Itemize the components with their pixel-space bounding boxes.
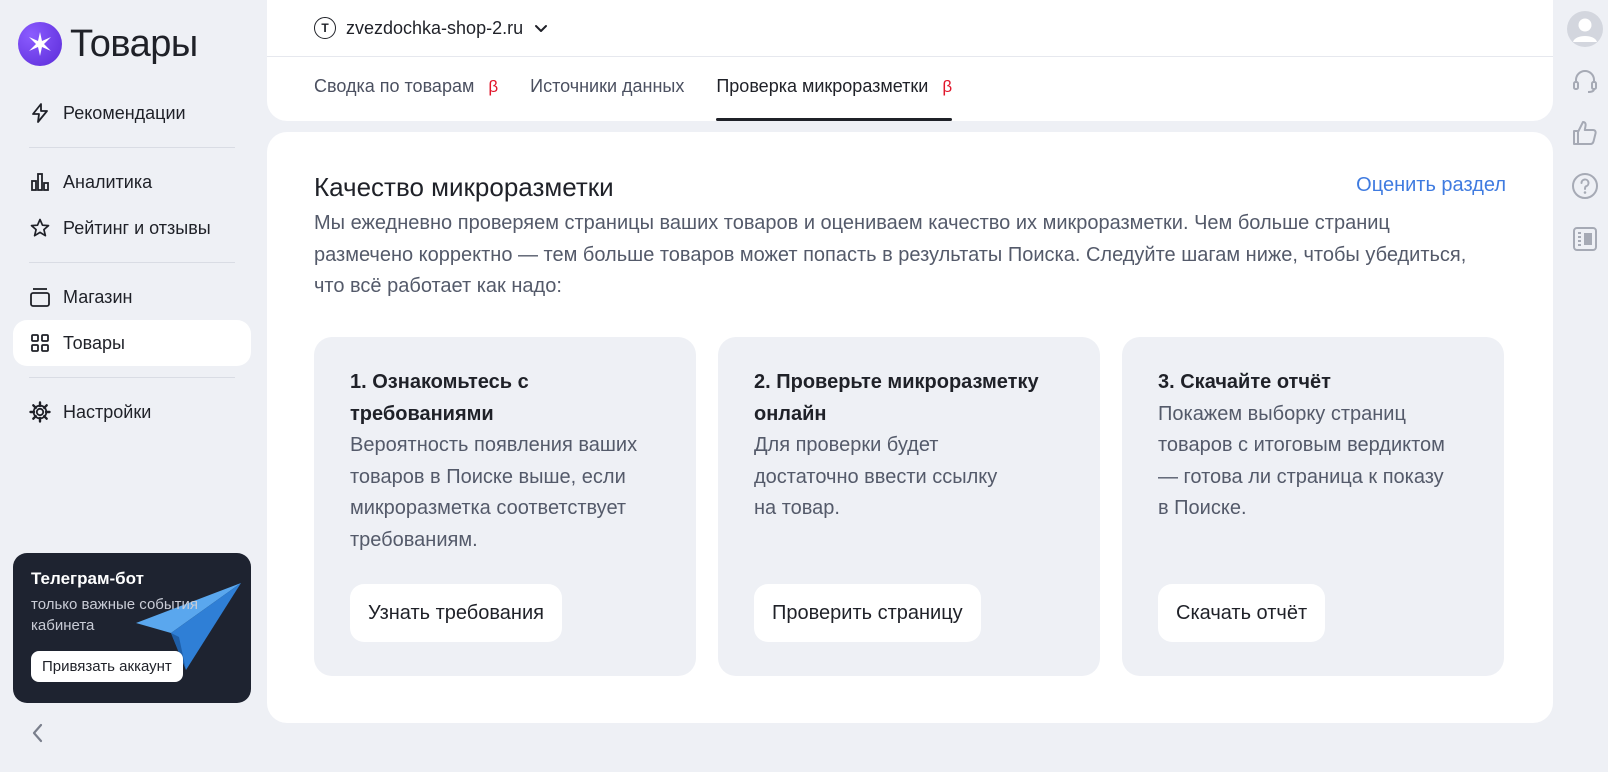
- sidebar-item-label: Аналитика: [63, 171, 153, 192]
- chevron-left-icon: [32, 723, 43, 743]
- sidebar-item-ratings[interactable]: Рейтинг и отзывы: [13, 205, 251, 251]
- link-account-button[interactable]: Привязать аккаунт: [31, 651, 183, 682]
- divider: [267, 56, 1553, 57]
- step-description: Вероятность появления ваших товаров в По…: [350, 434, 638, 551]
- check-page-button[interactable]: Проверить страницу: [754, 584, 981, 642]
- main-content: Качество микроразметки Оценить раздел Мы…: [267, 132, 1553, 723]
- sidebar-item-settings[interactable]: Настройки: [13, 389, 251, 435]
- step-card: 1. Ознакомьтесь с требованиями Вероятнос…: [314, 337, 696, 676]
- learn-requirements-button[interactable]: Узнать требования: [350, 584, 562, 642]
- sidebar-item-label: Рейтинг и отзывы: [63, 217, 211, 238]
- app-title: Товары: [70, 22, 198, 65]
- sidebar-item-label: Настройки: [63, 401, 152, 422]
- chevron-down-icon: [535, 25, 548, 32]
- avatar[interactable]: [1566, 10, 1604, 48]
- right-rail: [1562, 0, 1608, 772]
- step-title: 3. Скачайте отчёт: [1158, 371, 1331, 393]
- step-title: 2. Проверьте микроразметку онлайн: [754, 371, 1039, 425]
- header: T zvezdochka-shop-2.ru Сводка по товарам…: [267, 0, 1553, 121]
- tabs: Сводка по товарам β Источники данных Про…: [314, 58, 952, 121]
- tab-label: Проверка микроразметки: [716, 76, 929, 96]
- beta-badge: β: [942, 76, 953, 96]
- store-icon: [29, 286, 51, 308]
- divider: [29, 147, 235, 148]
- grid-icon: [29, 332, 51, 354]
- step-card: 2. Проверьте микроразметку онлайн Для пр…: [718, 337, 1100, 676]
- tab-label: Источники данных: [530, 76, 685, 96]
- steps: 1. Ознакомьтесь с требованиями Вероятнос…: [314, 337, 1504, 676]
- tab-label: Сводка по товарам: [314, 76, 475, 96]
- thumbs-up-icon[interactable]: [1566, 114, 1604, 152]
- step-title: 1. Ознакомьтесь с требованиями: [350, 371, 529, 425]
- tab-products-summary[interactable]: Сводка по товарам β: [314, 58, 498, 121]
- support-headset-icon[interactable]: [1566, 62, 1604, 100]
- star-icon: [29, 217, 51, 239]
- step-description: Покажем выборку страниц товаров с итогов…: [1158, 402, 1445, 520]
- divider: [29, 377, 235, 378]
- tab-data-sources[interactable]: Источники данных: [530, 58, 684, 121]
- sidebar-item-recommendations[interactable]: Рекомендации: [13, 90, 251, 136]
- page-description: Мы ежедневно проверяем страницы ваших то…: [314, 212, 1467, 297]
- logo[interactable]: Товары: [18, 22, 198, 66]
- sidebar-item-analytics[interactable]: Аналитика: [13, 159, 251, 205]
- gear-icon: [29, 401, 51, 423]
- download-report-button[interactable]: Скачать отчёт: [1158, 584, 1326, 642]
- telegram-bot-card: Телеграм-бот только важные события кабин…: [13, 553, 251, 703]
- bar-chart-icon: [29, 171, 51, 193]
- sidebar-item-label: Товары: [63, 332, 125, 353]
- star-logo-icon: [18, 22, 62, 66]
- step-card: 3. Скачайте отчёт Покажем выборку страни…: [1122, 337, 1504, 676]
- step-description: Для проверки будет достаточно ввести ссы…: [754, 434, 998, 519]
- collapse-sidebar-button[interactable]: [30, 722, 46, 749]
- shop-name: zvezdochka-shop-2.ru: [346, 17, 524, 38]
- sidebar-item-label: Магазин: [63, 286, 133, 307]
- shop-icon: T: [314, 17, 336, 39]
- tab-markup-check[interactable]: Проверка микроразметки β: [716, 58, 952, 121]
- page-title: Качество микроразметки: [314, 172, 614, 202]
- sidebar-nav: Рекомендации Аналитика Рейтинг и отзывы …: [13, 90, 251, 435]
- news-icon[interactable]: [1566, 220, 1604, 258]
- shop-selector[interactable]: T zvezdochka-shop-2.ru: [314, 17, 549, 39]
- beta-badge: β: [488, 76, 499, 96]
- sidebar-item-products[interactable]: Товары: [13, 320, 251, 366]
- help-icon[interactable]: [1566, 167, 1604, 205]
- telegram-subtitle: только важные события кабинета: [31, 596, 199, 634]
- sidebar: Товары Рекомендации Аналитика Рейтинг и …: [0, 0, 262, 772]
- sidebar-item-store[interactable]: Магазин: [13, 274, 251, 320]
- lightning-icon: [29, 102, 51, 124]
- sidebar-item-label: Рекомендации: [63, 102, 186, 123]
- rate-section-link[interactable]: Оценить раздел: [1356, 174, 1506, 197]
- telegram-title: Телеграм-бот: [31, 569, 144, 588]
- divider: [29, 262, 235, 263]
